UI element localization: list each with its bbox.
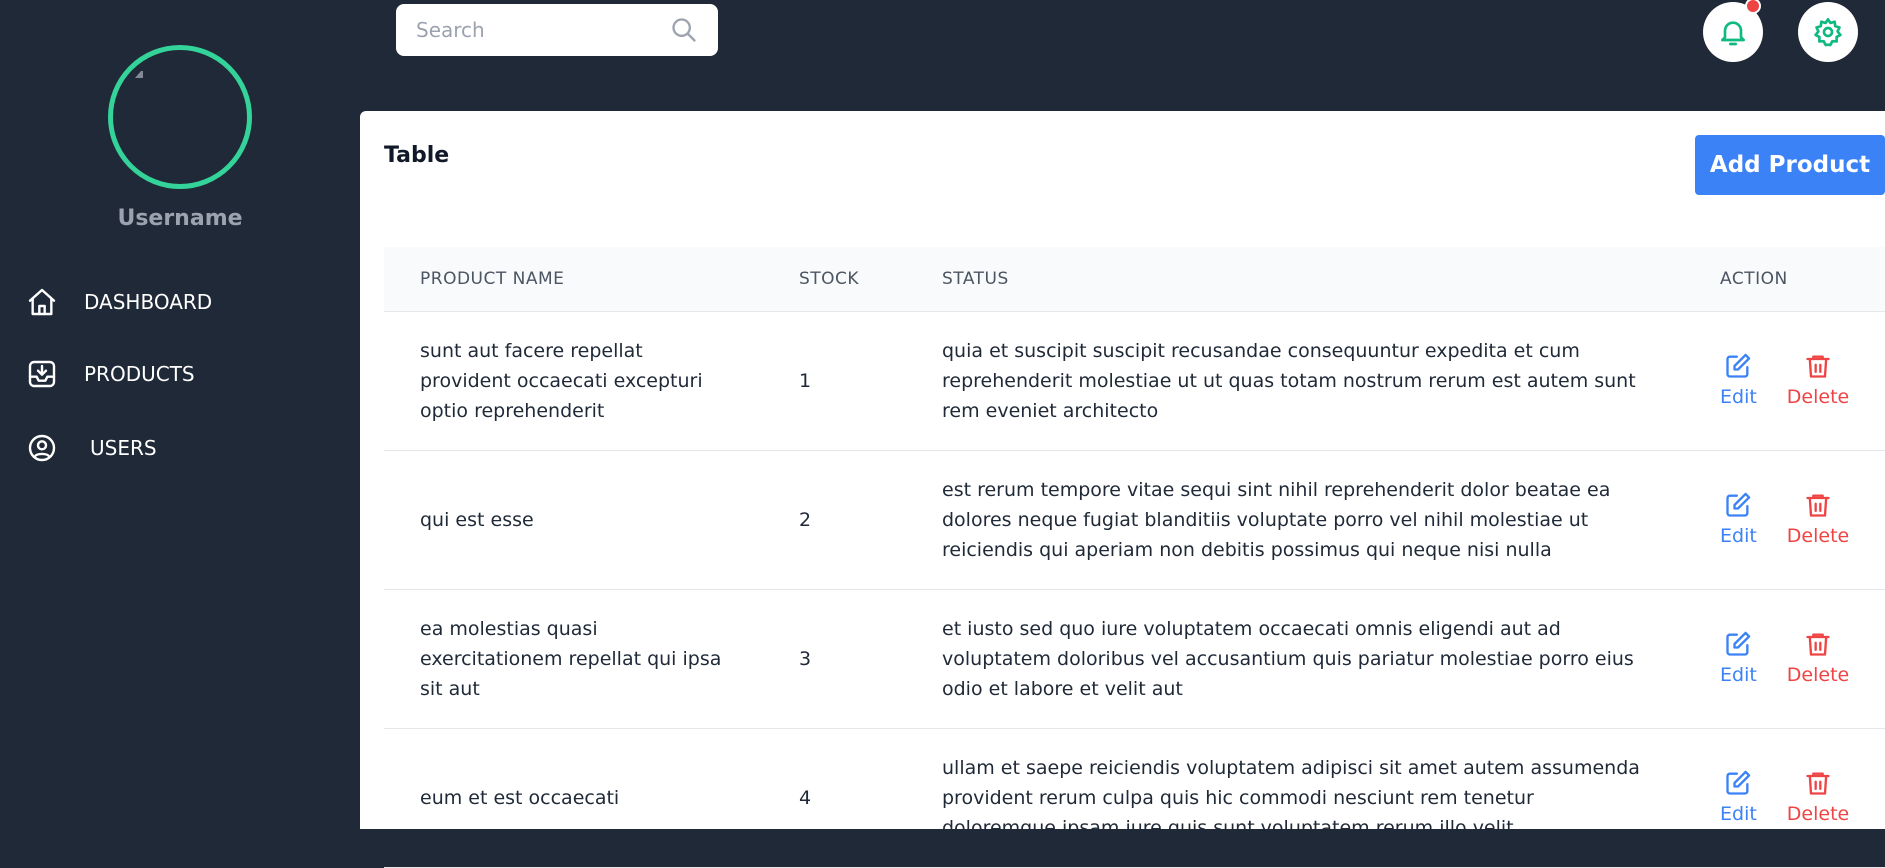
delete-button[interactable]: Delete [1787,769,1849,827]
trash-icon [1806,355,1830,378]
trash-icon [1806,494,1830,517]
table-row: eum et est occaecati 4 ullam et saepe re… [384,728,1885,868]
delete-label: Delete [1786,802,1850,825]
user-circle-icon [28,434,56,462]
sidebar-item-label: USERS [90,436,157,460]
sidebar-item-products[interactable]: PRODUCTS [26,354,195,394]
sidebar-item-users[interactable]: USERS [26,428,157,468]
status-cell: quia et suscipit suscipit recusandae con… [942,339,1636,422]
delete-button[interactable]: Delete [1787,491,1849,549]
edit-label: Edit [1720,663,1757,686]
column-header-product-name: PRODUCT NAME [384,247,799,312]
page-title: Table [384,143,450,168]
delete-label: Delete [1786,663,1850,686]
column-header-stock: STOCK [799,247,942,312]
username: Username [117,206,243,231]
edit-label: Edit [1720,385,1757,408]
sidebar-item-dashboard[interactable]: DASHBOARD [26,282,212,322]
status-cell: et iusto sed quo iure voluptatem occaeca… [942,617,1634,700]
edit-icon [1726,770,1751,795]
delete-button[interactable]: Delete [1787,352,1849,410]
table-row: sunt aut facere repellat provident occae… [384,311,1885,451]
table-row: ea molestias quasi exercitationem repell… [384,589,1885,729]
sidebar-item-label: PRODUCTS [84,362,195,386]
edit-icon [1726,492,1751,517]
search-bar [396,4,718,56]
column-header-action: ACTION [1720,247,1885,312]
product-name-cell: ea molestias quasi exercitationem repell… [420,617,722,700]
product-name-cell: sunt aut facere repellat provident occae… [420,339,703,422]
product-name-cell: eum et est occaecati [420,786,620,809]
edit-button[interactable]: Edit [1720,352,1757,410]
download-tray-icon [28,360,56,388]
status-cell: ullam et saepe reiciendis voluptatem adi… [942,756,1640,839]
home-icon [28,288,56,316]
trash-icon [1806,772,1830,795]
edit-button[interactable]: Edit [1720,769,1757,827]
search-input[interactable] [416,18,670,42]
stock-cell: 1 [799,311,942,451]
delete-label: Delete [1786,385,1850,408]
delete-button[interactable]: Delete [1787,630,1849,688]
main-panel: Table Add Product PRODUCT NAME STOCK STA… [360,111,1885,868]
delete-label: Delete [1786,524,1850,547]
trash-icon [1806,633,1830,656]
stock-cell: 2 [799,450,942,590]
column-header-status: STATUS [942,247,1720,312]
edit-label: Edit [1720,802,1757,825]
edit-icon [1726,353,1751,378]
bell-icon [1721,21,1745,46]
add-product-button[interactable]: Add Product [1695,135,1885,195]
settings-button[interactable] [1798,2,1858,62]
edit-button[interactable]: Edit [1720,630,1757,688]
products-table: PRODUCT NAME STOCK STATUS ACTION sunt au… [384,247,1885,868]
status-cell: est rerum tempore vitae sequi sint nihil… [942,478,1611,561]
sidebar-item-label: DASHBOARD [84,290,213,314]
search-icon[interactable] [670,16,698,44]
broken-image-icon [135,70,143,78]
stock-cell: 3 [799,589,942,729]
avatar[interactable] [108,45,252,189]
edit-icon [1726,631,1751,656]
product-name-cell: qui est esse [420,508,534,531]
edit-button[interactable]: Edit [1720,491,1757,549]
sidebar: Username DASHBOARD PRODUCTS USERS [0,0,360,829]
table-row: qui est esse 2 est rerum tempore vitae s… [384,450,1885,590]
notification-badge [1745,0,1761,14]
stock-cell: 4 [799,728,942,868]
gear-icon [1814,18,1842,47]
table-header-row: PRODUCT NAME STOCK STATUS ACTION [384,247,1885,312]
notifications-button[interactable] [1703,0,1763,62]
edit-label: Edit [1720,524,1757,547]
